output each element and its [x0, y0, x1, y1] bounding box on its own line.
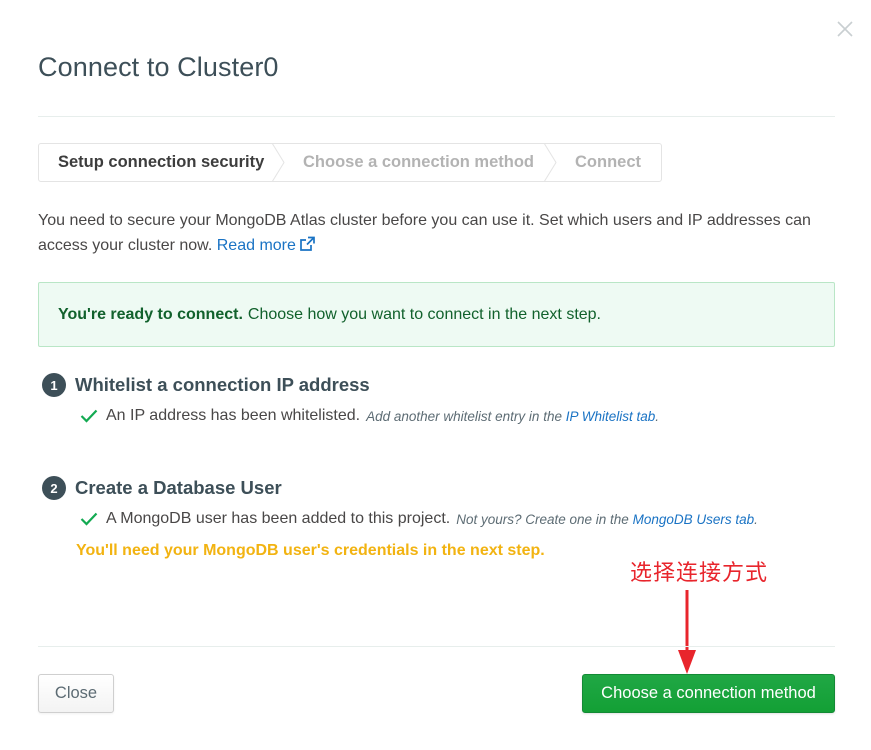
alert-text: Choose how you want to connect in the ne…	[247, 305, 601, 323]
step-chevron-icon	[271, 143, 285, 182]
annotation-text: 选择连接方式	[630, 561, 769, 586]
read-more-link[interactable]: Read more	[216, 236, 316, 254]
modal-title: Connect to Cluster0	[38, 52, 279, 82]
step-connect[interactable]: Connect	[556, 144, 661, 181]
section-title: Whitelist a connection IP address	[75, 374, 370, 395]
wizard-steps: Setup connection security Choose a conne…	[38, 143, 662, 182]
database-user-section: 2 Create a Database User A MongoDB user …	[42, 476, 758, 528]
mongodb-users-tab-link[interactable]: MongoDB Users tab	[633, 512, 755, 527]
section-status: A MongoDB user has been added to this pr…	[106, 510, 451, 527]
connect-modal: Connect to Cluster0 Setup connection sec…	[0, 0, 871, 750]
arrow-down-icon	[678, 590, 696, 674]
close-icon[interactable]	[836, 20, 854, 38]
whitelist-section: 1 Whitelist a connection IP address An I…	[42, 373, 659, 425]
section-hint: Add another whitelist entry in the IP Wh…	[366, 409, 659, 424]
hint-end: .	[655, 408, 660, 424]
intro-paragraph: You need to secure your MongoDB Atlas cl…	[38, 208, 838, 258]
step-setup-connection-security[interactable]: Setup connection security	[39, 143, 285, 182]
ip-whitelist-tab-link[interactable]: IP Whitelist tab	[566, 409, 656, 424]
alert-strong: You're ready to connect.	[58, 305, 243, 323]
ready-alert: You're ready to connect. Choose how you …	[38, 282, 835, 347]
check-icon	[80, 512, 98, 526]
read-more-label: Read more	[216, 237, 296, 254]
section-status: An IP address has been whitelisted.	[106, 407, 361, 424]
footer-divider	[38, 646, 835, 647]
intro-text: You need to secure your MongoDB Atlas cl…	[38, 212, 811, 254]
step-label: Setup connection security	[58, 153, 265, 171]
credentials-warning: You'll need your MongoDB user's credenti…	[76, 542, 545, 559]
hint-end: .	[754, 511, 758, 527]
external-link-icon	[300, 236, 315, 251]
step-label: Choose a connection method	[303, 153, 535, 171]
step-chevron-icon	[543, 143, 557, 182]
hint-text: Not yours? Create one in the	[456, 511, 629, 527]
step-number-badge: 2	[42, 476, 66, 500]
check-icon	[80, 409, 98, 423]
section-hint: Not yours? Create one in the MongoDB Use…	[456, 512, 758, 527]
choose-connection-method-button[interactable]: Choose a connection method	[582, 674, 835, 713]
step-choose-connection-method[interactable]: Choose a connection method	[284, 143, 557, 182]
step-label: Connect	[575, 153, 641, 171]
header-divider	[38, 116, 835, 117]
section-title: Create a Database User	[75, 477, 282, 498]
hint-text: Add another whitelist entry in the	[366, 408, 562, 424]
close-button[interactable]: Close	[38, 674, 114, 713]
step-number-badge: 1	[42, 373, 66, 397]
